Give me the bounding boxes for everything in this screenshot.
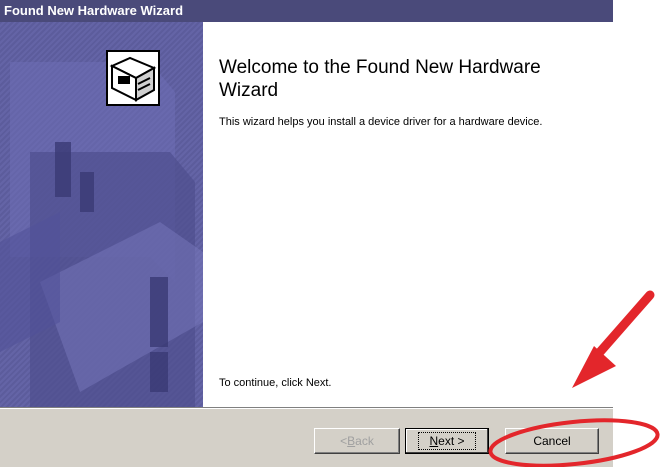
next-mnemonic: N <box>429 434 439 448</box>
hardware-box-icon <box>106 50 160 106</box>
next-label: ext > <box>438 434 465 448</box>
continue-instruction: To continue, click Next. <box>219 377 332 389</box>
back-mnemonic: B <box>347 434 356 448</box>
wizard-content: Welcome to the Found New Hardware Wizard… <box>0 22 613 407</box>
next-focus-rect: Next > <box>418 432 476 450</box>
cancel-button[interactable]: Cancel <box>505 428 599 454</box>
wizard-window: Found New Hardware Wizard Welcome to the… <box>0 0 613 467</box>
button-separator <box>0 407 613 409</box>
back-button[interactable]: < Back <box>314 428 400 454</box>
intro-text: This wizard helps you install a device d… <box>219 116 543 128</box>
back-prefix: < <box>340 434 348 448</box>
side-panel-graphic <box>0 62 203 407</box>
page-title: Welcome to the Found New Hardware Wizard <box>219 57 541 101</box>
next-button[interactable]: Next > <box>405 428 489 454</box>
wizard-side-panel <box>0 22 203 407</box>
page-margin <box>613 0 666 467</box>
back-label: ack <box>355 434 374 448</box>
window-title: Found New Hardware Wizard <box>0 0 613 22</box>
wizard-main-panel: Welcome to the Found New Hardware Wizard… <box>203 22 613 407</box>
